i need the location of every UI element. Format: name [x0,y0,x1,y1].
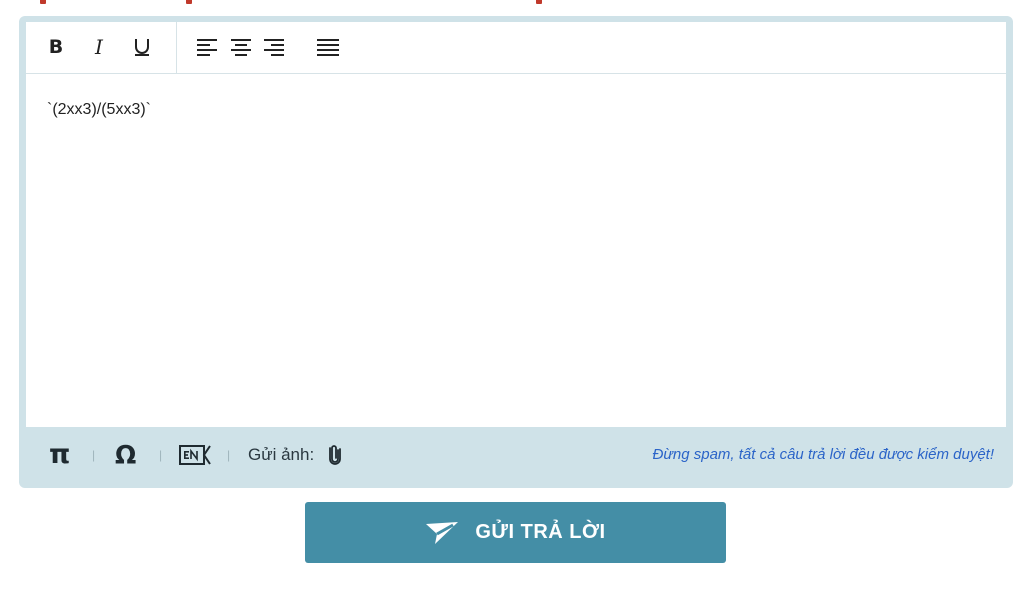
special-char-button[interactable]: Ω [115,427,136,482]
editor-content[interactable]: `(2xx3)/(5xx3)` [47,101,151,119]
reply-editor: B I `(2xx3)/(5xx3)` π | Ω | | Gửi ảnh: Đ… [19,16,1013,488]
send-photo-label: Gửi ảnh: [248,444,315,464]
align-right-button[interactable] [264,34,284,60]
moderation-notice: Đừng spam, tất cả câu trả lời đều được k… [652,446,994,463]
en-keyboard-button[interactable] [179,427,211,482]
editor-inner: B I `(2xx3)/(5xx3)` [26,22,1006,427]
align-left-icon [197,39,217,56]
align-right-icon [264,39,284,56]
underline-button[interactable] [130,34,154,60]
footer-separator: | [159,447,163,462]
math-symbol-button[interactable]: π [49,427,70,482]
submit-reply-button[interactable]: GỬI TRẢ LỜI [305,502,726,563]
bold-button[interactable]: B [45,34,67,60]
cropped-mark [186,0,192,4]
justify-button[interactable] [317,34,339,60]
align-left-button[interactable] [197,34,217,60]
paper-plane-icon [426,521,459,544]
paperclip-icon [329,444,341,465]
attach-photo-button[interactable] [328,427,342,482]
italic-button[interactable]: I [88,34,110,60]
justify-icon [317,39,339,56]
align-center-icon [231,39,251,56]
toolbar-divider [176,22,177,74]
formatting-toolbar: B I [26,22,1006,74]
cropped-mark [40,0,46,4]
align-center-button[interactable] [231,34,251,60]
editor-footer: π | Ω | | Gửi ảnh: Đừng spam, tất cả câu… [26,427,1006,482]
underline-icon [135,39,149,56]
top-cropped-strip [0,0,1024,6]
submit-reply-label: GỬI TRẢ LỜI [475,521,606,543]
footer-separator: | [92,447,96,462]
footer-separator: | [227,447,231,462]
en-keyboard-icon [179,444,211,465]
cropped-mark [536,0,542,4]
